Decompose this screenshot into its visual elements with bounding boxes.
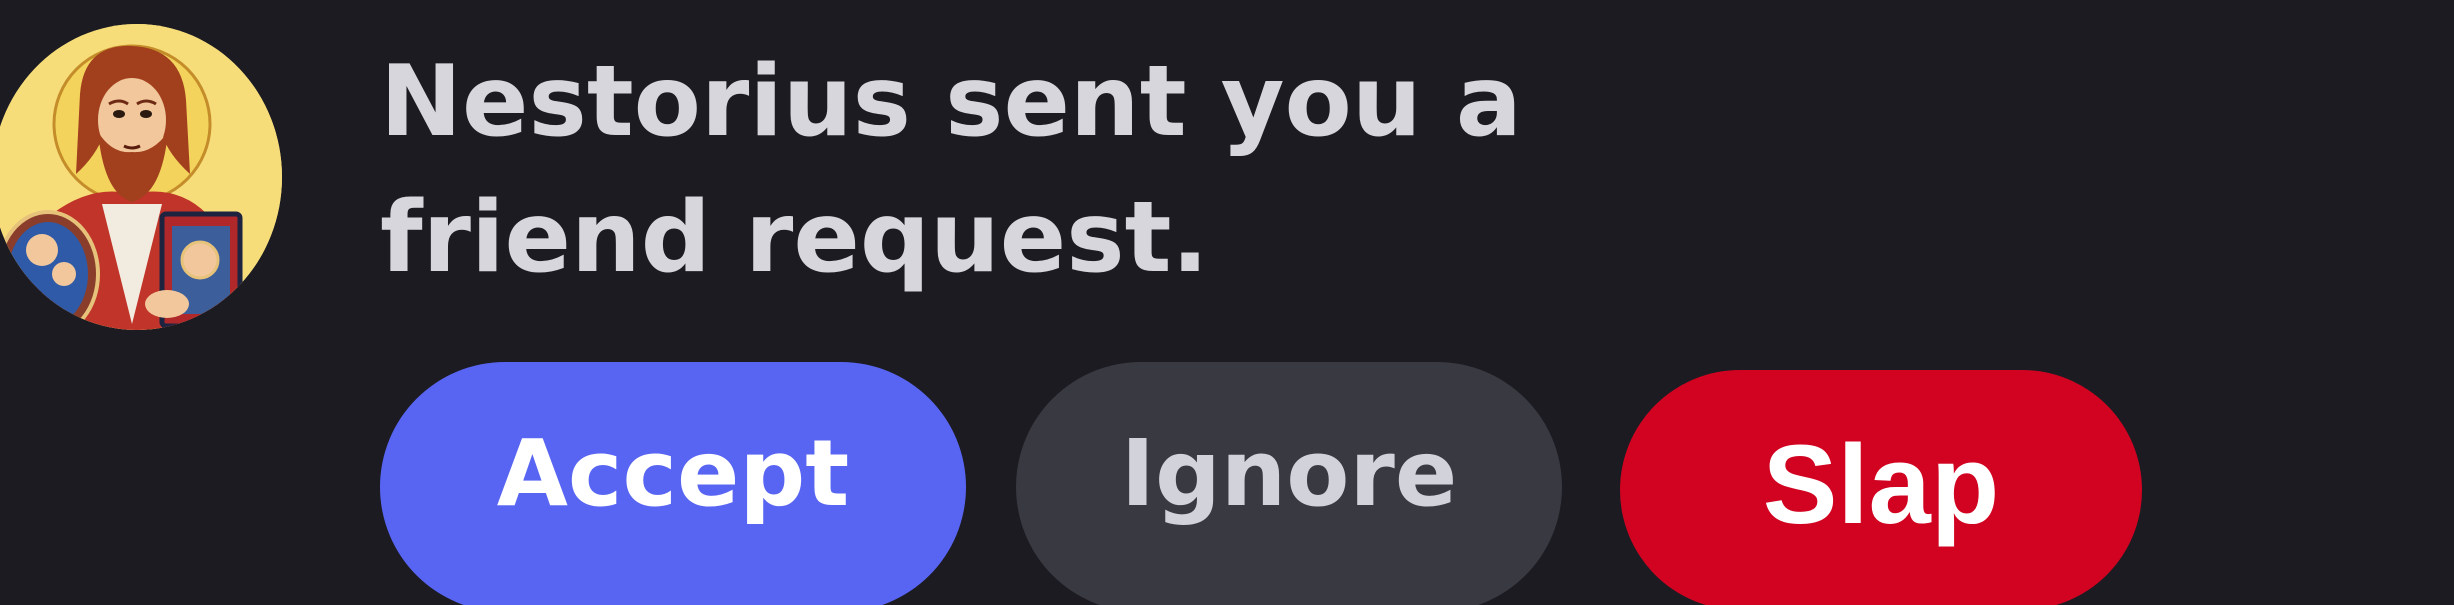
accept-button[interactable]: Accept [380, 362, 966, 605]
icon-portrait-avatar [0, 24, 282, 330]
slap-button[interactable]: Slap [1620, 370, 2142, 605]
friend-request-notification: Nestorius sent you a friend request. Acc… [0, 0, 2454, 605]
notification-message: Nestorius sent you a friend request. [380, 45, 1522, 295]
ignore-button[interactable]: Ignore [1016, 362, 1562, 605]
avatar[interactable] [0, 24, 282, 330]
